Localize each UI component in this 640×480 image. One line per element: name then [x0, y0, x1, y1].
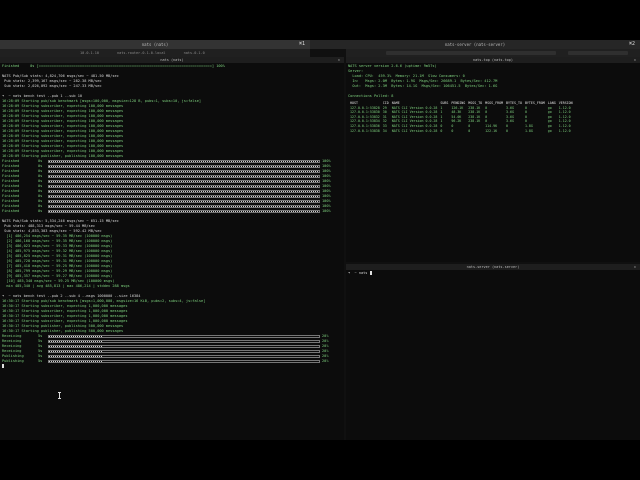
progress-fill	[49, 191, 319, 192]
left-toolbar: 10.0.1.10 nats-router-0-1-0.local nats-0…	[0, 49, 310, 57]
toolbar-item[interactable]: nats-router-0-1-0.local	[117, 51, 165, 55]
progress-fill	[49, 166, 319, 167]
table-cell: 0	[506, 128, 509, 133]
table-cell: 1.8G	[524, 128, 533, 133]
progress-fill	[49, 341, 103, 342]
progress-fill	[49, 211, 319, 212]
tab-shortcut: ⌘1	[298, 41, 305, 47]
progress-bar	[48, 335, 320, 338]
terminal-output: Finished 0s [===========================…	[0, 63, 344, 370]
cursor-line[interactable]	[2, 364, 342, 369]
progress-bar	[48, 175, 320, 178]
table-cell: 127.0.0.1:53836	[350, 123, 380, 128]
toolbar-item[interactable]: 10.0.1.10	[80, 51, 99, 55]
progress-label: Publishing	[2, 359, 24, 363]
tab-label: nats-server (nats-server)	[444, 42, 506, 47]
column-header: MSGS_FROM	[485, 101, 504, 105]
pane-title: nats-server (nats-server)	[466, 265, 520, 269]
progress-bar	[48, 180, 320, 183]
table-cell: NATS CLI Version 0.0.28	[391, 128, 438, 133]
terminal-line: Connections Polled: 8	[348, 94, 394, 98]
progress-fill	[49, 171, 319, 172]
progress-elapsed: 0s	[38, 209, 43, 213]
search-input[interactable]	[386, 51, 556, 55]
progress-bar	[48, 165, 320, 168]
progress-fill	[49, 346, 103, 347]
toolbar-item[interactable]: nats-0-1-0	[184, 51, 205, 55]
tab-label: nats (nats)	[141, 42, 169, 47]
right-toolbar	[346, 49, 640, 57]
terminal-window: nats (nats) ⌘1 nats-server (nats-server)…	[0, 40, 640, 440]
progress-fill	[49, 186, 319, 187]
table-cell: 0	[468, 128, 471, 133]
table-cell: 1.12.0	[558, 128, 571, 133]
progress-fill	[49, 336, 103, 337]
mouse-ibeam-cursor	[58, 392, 61, 399]
tab-bar: nats (nats) ⌘1 nats-server (nats-server)…	[0, 40, 640, 49]
progress-fill	[49, 176, 319, 177]
progress-fill	[49, 206, 319, 207]
progress-bar	[48, 355, 320, 358]
tab-shortcut: ⌘2	[628, 41, 635, 47]
progress-bar	[48, 350, 320, 353]
progress-fill	[49, 361, 103, 362]
pane-title: nats-top (nats-top)	[472, 58, 514, 62]
table-cell: 0	[440, 128, 443, 133]
progress-percent: 20%	[322, 359, 329, 363]
left-terminal-pane[interactable]: nats (nats) × Finished 0s [=============…	[0, 57, 344, 440]
nats-server-pane[interactable]: nats-server (nats-server) × ➜ ~ nats	[346, 264, 640, 440]
pane-title-bar: nats-server (nats-server) ×	[346, 264, 640, 270]
progress-fill	[49, 356, 103, 357]
tab-nats[interactable]: nats (nats) ⌘1	[0, 40, 310, 49]
close-icon[interactable]: ×	[338, 57, 340, 63]
progress-bar	[48, 195, 320, 198]
progress-bar	[48, 200, 320, 203]
nats-top-pane[interactable]: nats-top (nats-top) × NATS server versio…	[346, 57, 640, 262]
table-cell: 34	[382, 128, 387, 133]
text-cursor	[369, 271, 372, 275]
progress-bar	[48, 185, 320, 188]
progress-label: Finished	[2, 209, 20, 213]
progress-bar	[48, 340, 320, 343]
tab-nats-server[interactable]: nats-server (nats-server) ⌘2	[310, 40, 640, 49]
connections-table: HOST CID NAME SUBS PENDING MSGS_TO MSGS_FROM BY…	[350, 101, 576, 133]
table-cell: 127.0.0.1:53838	[350, 128, 380, 133]
progress-bar	[48, 170, 320, 173]
pane-title-bar: nats-top (nats-top) ×	[346, 57, 640, 63]
progress-fill	[49, 351, 103, 352]
table-row: 127.0.0.1:53838 34 NATS CLI Version 0.0.28…	[350, 129, 576, 134]
progress-bar	[48, 210, 320, 213]
progress-fill	[49, 201, 319, 202]
progress-bar	[48, 160, 320, 163]
nats-top-output: NATS server version 2.6.6 (uptime: 9m57s…	[346, 63, 640, 100]
shell-prompt[interactable]: ➜ ~ nats	[348, 271, 638, 276]
table-cell: 122.1K	[485, 128, 498, 133]
progress-bar	[48, 345, 320, 348]
table-cell: go	[547, 128, 552, 133]
column-header: BYTES_FROM	[524, 101, 545, 105]
progress-bar	[48, 360, 320, 363]
progress-fill	[49, 196, 319, 197]
progress-percent: 100%	[322, 209, 331, 213]
close-icon[interactable]: ×	[634, 264, 636, 270]
table-cell: NATS CLI Version 0.0.28	[391, 123, 438, 128]
text-cursor	[2, 364, 4, 368]
progress-elapsed: 5s	[38, 359, 43, 363]
close-icon[interactable]: ×	[634, 57, 636, 63]
table-cell: 0	[451, 128, 454, 133]
progress-fill	[49, 181, 319, 182]
pane-title-bar: nats (nats) ×	[0, 57, 344, 63]
progress-fill	[49, 161, 319, 162]
progress-bar	[48, 205, 320, 208]
filter-input[interactable]	[568, 51, 628, 55]
table-header-row: HOST CID NAME SUBS PENDING MSGS_TO MSGS_FROM BY…	[350, 101, 576, 106]
progress-bar	[48, 190, 320, 193]
pane-title: nats (nats)	[160, 58, 184, 62]
